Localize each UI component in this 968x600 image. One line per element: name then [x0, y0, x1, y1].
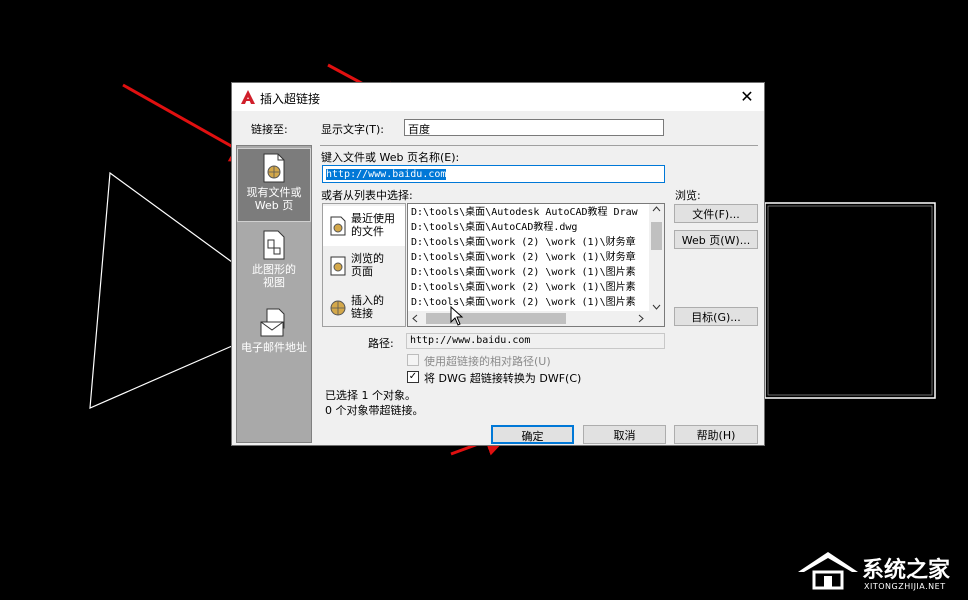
recent-files-label-1: 最近使用	[351, 212, 395, 225]
watermark-house-logo	[798, 552, 858, 590]
horizontal-scrollbar[interactable]	[408, 311, 664, 326]
type-file-label: 键入文件或 Web 页名称(E):	[321, 151, 460, 164]
watermark-name: 系统之家	[862, 558, 951, 583]
status-hyperlinks: 0 个对象带超链接。	[325, 404, 424, 417]
inserted-links-tab[interactable]: 插入的 链接	[323, 288, 405, 328]
help-button[interactable]: 帮助(H)	[674, 425, 758, 444]
horizontal-scroll-thumb[interactable]	[426, 313, 566, 324]
dialog-titlebar[interactable]: 插入超链接 ✕	[232, 83, 764, 111]
scroll-left-icon[interactable]	[412, 314, 418, 323]
dialog-title: 插入超链接	[260, 92, 321, 106]
link-to-email-label: 电子邮件地址	[241, 341, 307, 354]
cad-triangle	[89, 171, 233, 409]
link-to-existing-label-1: 现有文件或	[246, 186, 302, 199]
browse-label: 浏览:	[675, 189, 701, 202]
link-to-view-label-2: 视图	[263, 276, 285, 289]
recent-files-tab[interactable]: 最近使用 的文件	[323, 206, 405, 246]
target-button[interactable]: 目标(G)...	[674, 307, 758, 326]
browsed-page-icon	[330, 256, 346, 276]
list-item[interactable]: D:\tools\桌面\work (2) \work (1)\图片素	[411, 295, 636, 310]
autocad-logo-icon	[241, 90, 255, 104]
scroll-up-icon[interactable]	[652, 206, 661, 212]
path-value: http://www.baidu.com	[406, 333, 665, 349]
link-to-existing-file[interactable]: 现有文件或 Web 页	[237, 148, 311, 222]
link-to-panel: 现有文件或 Web 页 此图形的 视图 电子邮件地址	[236, 145, 312, 443]
file-list[interactable]: D:\tools\桌面\Autodesk AutoCAD教程 Draw D:\t…	[407, 203, 665, 327]
link-to-label: 链接至:	[251, 123, 288, 136]
cancel-button[interactable]: 取消	[583, 425, 666, 444]
vertical-scrollbar[interactable]	[649, 204, 664, 312]
browsed-pages-tab[interactable]: 浏览的 页面	[323, 248, 405, 288]
list-item[interactable]: D:\tools\桌面\work (2) \work (1)\图片素	[411, 265, 636, 280]
inserted-links-label-1: 插入的	[351, 294, 384, 307]
status-selected: 已选择 1 个对象。	[325, 389, 416, 402]
inserted-links-label-2: 链接	[351, 307, 373, 320]
link-to-existing-label-2: Web 页	[254, 199, 294, 212]
url-input-value: http://www.baidu.com	[326, 169, 447, 180]
relative-path-label: 使用超链接的相对路径(U)	[424, 355, 551, 368]
watermark-url: XITONGZHIJIA.NET	[864, 582, 946, 591]
link-to-view[interactable]: 此图形的 视图	[237, 228, 311, 298]
browse-file-button[interactable]: 文件(F)...	[674, 204, 758, 223]
display-text-input[interactable]: 百度	[404, 119, 664, 136]
list-item[interactable]: D:\tools\桌面\AutoCAD教程.dwg	[411, 220, 577, 235]
scroll-down-icon[interactable]	[652, 304, 661, 310]
vertical-scroll-thumb[interactable]	[651, 222, 662, 250]
list-item[interactable]: D:\tools\桌面\work (2) \work (1)\图片素	[411, 280, 636, 295]
link-to-view-label-1: 此图形的	[252, 263, 296, 276]
list-category-panel: 最近使用 的文件 浏览的 页面 插入的 链接	[322, 203, 406, 327]
convert-dwg-label: 将 DWG 超链接转换为 DWF(C)	[424, 372, 582, 385]
link-to-email[interactable]: 电子邮件地址	[237, 306, 311, 362]
mouse-cursor-icon	[450, 306, 464, 326]
close-icon[interactable]: ✕	[736, 87, 758, 107]
email-icon	[260, 308, 285, 337]
url-input[interactable]: http://www.baidu.com	[322, 165, 665, 183]
browsed-pages-label-1: 浏览的	[351, 252, 384, 265]
divider	[320, 145, 758, 146]
drawing-view-icon	[263, 230, 285, 260]
list-item[interactable]: D:\tools\桌面\work (2) \work (1)\财务章	[411, 250, 636, 265]
browse-web-button[interactable]: Web 页(W)...	[674, 230, 758, 249]
inserted-link-icon	[330, 300, 346, 316]
path-label: 路径:	[368, 337, 394, 350]
insert-hyperlink-dialog: 插入超链接 ✕ 链接至: 显示文字(T): 百度 现有文件或 Web 页 此图形…	[231, 82, 765, 446]
display-text-label: 显示文字(T):	[321, 123, 385, 136]
file-globe-icon	[263, 153, 285, 183]
list-item[interactable]: D:\tools\桌面\work (2) \work (1)\财务章	[411, 235, 636, 250]
cad-rectangle	[764, 202, 936, 399]
cad-rectangle-inner	[767, 205, 933, 396]
ok-button[interactable]: 确定	[491, 425, 574, 444]
list-item[interactable]: D:\tools\桌面\Autodesk AutoCAD教程 Draw	[411, 205, 638, 220]
recent-file-icon	[330, 216, 346, 236]
watermark: 系统之家 XITONGZHIJIA.NET	[796, 542, 966, 598]
select-from-list-label: 或者从列表中选择:	[321, 189, 413, 202]
relative-path-checkbox[interactable]	[407, 354, 419, 366]
convert-dwg-checkbox[interactable]: ✓	[407, 371, 419, 383]
recent-files-label-2: 的文件	[351, 225, 384, 238]
browsed-pages-label-2: 页面	[351, 265, 373, 278]
scroll-right-icon[interactable]	[638, 314, 644, 323]
